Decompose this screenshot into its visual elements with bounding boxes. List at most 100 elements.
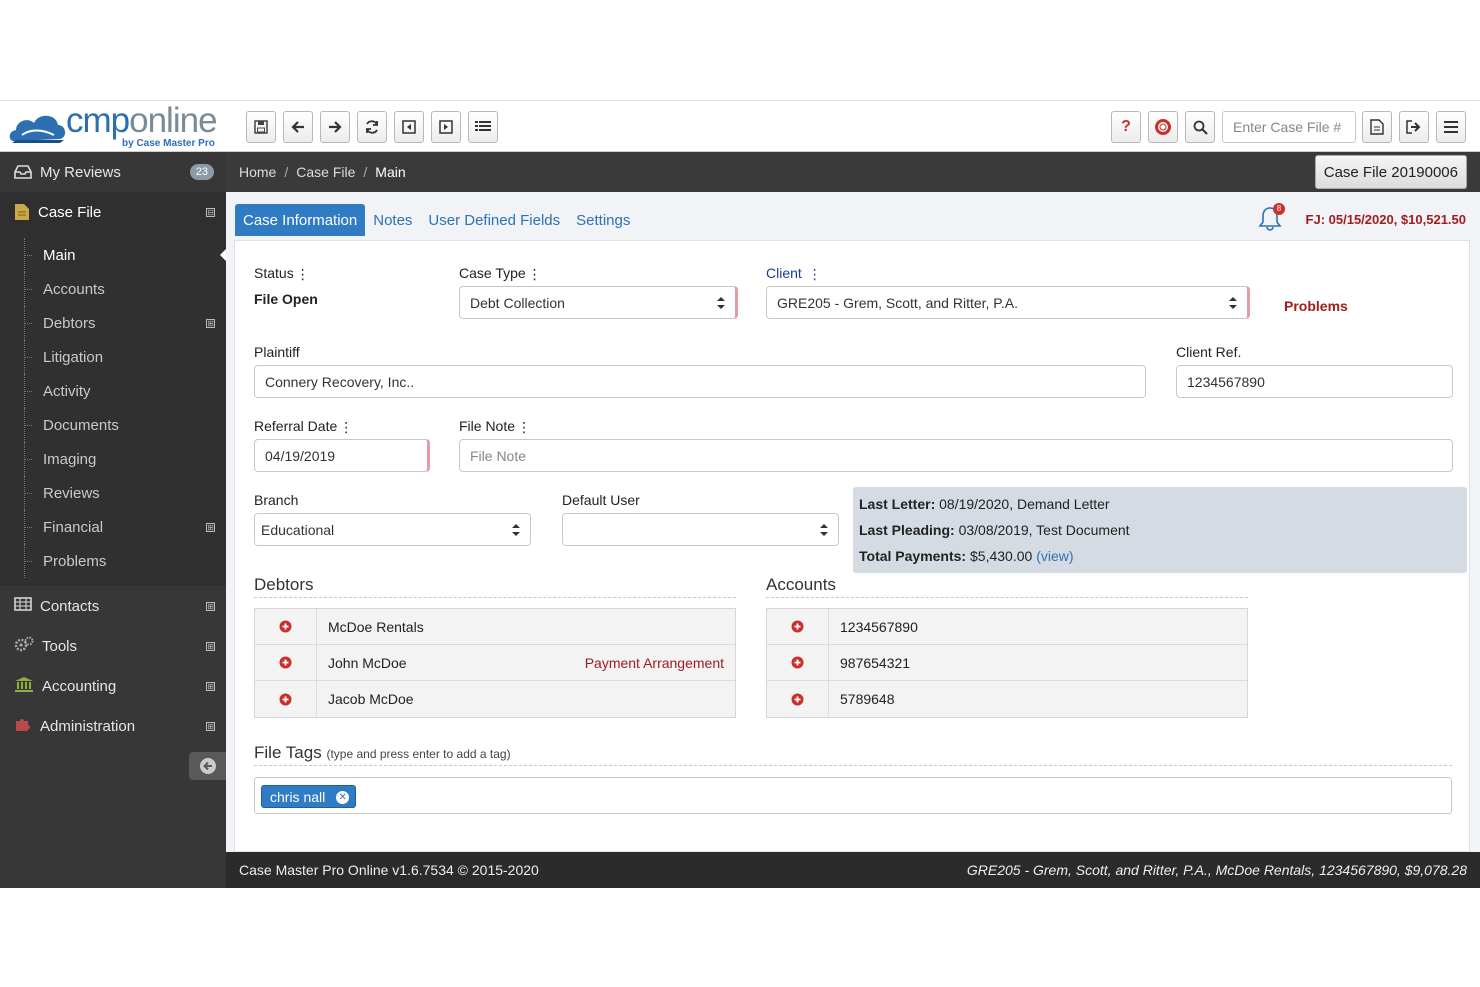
- sidebar-subitem-financial[interactable]: Financial ⊞: [0, 510, 226, 544]
- arrow-left-icon: [291, 121, 304, 133]
- notifications-button[interactable]: 8: [1256, 203, 1285, 235]
- expand-row-button[interactable]: [767, 681, 829, 717]
- case-type-select[interactable]: Debt Collection: [459, 286, 738, 319]
- sidebar-item-accounting[interactable]: Accounting ⊞: [0, 666, 226, 706]
- file-note-input[interactable]: File Note: [459, 439, 1453, 472]
- sidebar-subitem-litigation[interactable]: Litigation: [0, 340, 226, 374]
- main-content: Case Information Notes User Defined Fiel…: [226, 192, 1480, 852]
- account-row[interactable]: 1234567890: [767, 608, 1247, 645]
- forward-button[interactable]: [320, 111, 350, 143]
- help-button[interactable]: ?: [1111, 111, 1141, 143]
- expand-icon[interactable]: [206, 421, 215, 430]
- client-select[interactable]: GRE205 - Grem, Scott, and Ritter, P.A.: [766, 286, 1250, 319]
- expand-row-button[interactable]: [255, 608, 317, 645]
- debtor-name[interactable]: John McDoe: [317, 655, 585, 671]
- case-file-number-badge[interactable]: Case File 20190006: [1314, 155, 1467, 189]
- sidebar-item-contacts[interactable]: Contacts ⊞: [0, 586, 226, 626]
- sidebar-subitem-main[interactable]: Main: [0, 238, 226, 272]
- breadcrumb-case-file[interactable]: Case File: [296, 164, 355, 180]
- logout-button[interactable]: [1399, 111, 1429, 143]
- account-row[interactable]: 987654321: [767, 644, 1247, 681]
- tab-settings[interactable]: Settings: [568, 204, 638, 236]
- tab-notes[interactable]: Notes: [365, 204, 420, 236]
- main-menu-button[interactable]: [1436, 111, 1466, 143]
- expand-row-button[interactable]: [767, 644, 829, 681]
- debtor-row[interactable]: Jacob McDoe: [255, 681, 735, 717]
- account-row[interactable]: 5789648: [767, 681, 1247, 717]
- sidebar-item-case-file[interactable]: Case File ⊟: [0, 192, 226, 232]
- expand-icon[interactable]: [206, 387, 215, 396]
- next-case-button[interactable]: [431, 111, 461, 143]
- support-button[interactable]: [1148, 111, 1178, 143]
- footer-version: Case Master Pro Online v1.6.7534 © 2015-…: [239, 862, 539, 878]
- sidebar-subitem-reviews[interactable]: Reviews: [0, 476, 226, 510]
- sidebar-subitem-imaging[interactable]: Imaging: [0, 442, 226, 476]
- back-button[interactable]: [283, 111, 313, 143]
- expand-icon[interactable]: [206, 489, 215, 498]
- expand-icon[interactable]: ⊞: [206, 681, 215, 691]
- sidebar-subitem-accounts[interactable]: Accounts: [0, 272, 226, 306]
- cmp-logo[interactable]: cmponline by Case Master Pro: [8, 101, 223, 149]
- file-tags-input[interactable]: chris nall ✕: [254, 777, 1452, 814]
- sidebar-subitem-documents[interactable]: Documents: [0, 408, 226, 442]
- expand-icon[interactable]: ⊞: [206, 601, 215, 611]
- debtor-name[interactable]: Jacob McDoe: [317, 691, 724, 707]
- file-tag[interactable]: chris nall ✕: [261, 785, 357, 808]
- sort-dots-icon: ⋮: [807, 265, 822, 282]
- expand-icon[interactable]: ⊞: [206, 721, 215, 731]
- client-ref-input[interactable]: 1234567890: [1176, 365, 1453, 398]
- tab-case-information[interactable]: Case Information: [235, 204, 366, 236]
- collapse-sidebar-button[interactable]: [189, 752, 226, 780]
- debtor-row[interactable]: McDoe Rentals: [255, 608, 735, 645]
- account-number[interactable]: 5789648: [829, 691, 1247, 707]
- debtors-table: McDoe Rentals John McDoe Payment Arrangeme…: [254, 608, 736, 718]
- case-file-search-input[interactable]: [1222, 111, 1356, 143]
- sidebar-item-my-reviews[interactable]: My Reviews 23: [0, 152, 226, 192]
- sidebar-subitem-debtors[interactable]: Debtors ⊞: [0, 306, 226, 340]
- tab-user-defined-fields[interactable]: User Defined Fields: [420, 204, 568, 236]
- expand-icon[interactable]: [206, 353, 215, 362]
- expand-icon[interactable]: ⊞: [206, 522, 215, 532]
- debtor-name[interactable]: McDoe Rentals: [317, 619, 724, 635]
- collapse-icon[interactable]: ⊟: [206, 207, 215, 217]
- file-tag-label: chris nall: [270, 788, 326, 805]
- problems-link[interactable]: Problems: [1284, 298, 1348, 314]
- expand-row-button[interactable]: [255, 681, 317, 717]
- default-user-select[interactable]: [562, 513, 839, 546]
- client-label[interactable]: Client ⋮: [766, 265, 822, 283]
- case-file-submenu: Main Accounts Debtors ⊞ Litigation Activity Do…: [0, 232, 226, 586]
- sidebar-subitem-problems[interactable]: Problems: [0, 544, 226, 578]
- list-icon: [475, 121, 491, 131]
- add-circle-icon: [279, 693, 292, 705]
- report-button[interactable]: [1362, 111, 1392, 143]
- account-number[interactable]: 987654321: [829, 655, 1247, 671]
- expand-icon[interactable]: ⊞: [206, 318, 215, 328]
- tab-bar: Case Information Notes User Defined Fiel…: [235, 204, 638, 236]
- previous-case-button[interactable]: [394, 111, 424, 143]
- expand-icon[interactable]: [206, 251, 215, 260]
- search-button[interactable]: [1185, 111, 1215, 143]
- account-number[interactable]: 1234567890: [829, 619, 1247, 635]
- expand-icon[interactable]: [206, 455, 215, 464]
- expand-icon[interactable]: ⊞: [206, 641, 215, 651]
- refresh-button[interactable]: [357, 111, 387, 143]
- expand-row-button[interactable]: [255, 644, 317, 681]
- sidebar-subitem-activity[interactable]: Activity: [0, 374, 226, 408]
- sidebar-subitem-label: Financial: [43, 518, 104, 536]
- debtor-row[interactable]: John McDoe Payment Arrangement: [255, 644, 735, 681]
- sidebar-item-tools[interactable]: Tools ⊞: [0, 626, 226, 666]
- referral-date-input[interactable]: 04/19/2019: [254, 439, 430, 472]
- last-letter-line: Last Letter: 08/19/2020, Demand Letter: [859, 496, 1110, 512]
- sidebar-item-administration[interactable]: Administration ⊞: [0, 706, 226, 746]
- list-button[interactable]: [468, 111, 498, 143]
- view-payments-link[interactable]: (view): [1036, 548, 1073, 564]
- expand-icon[interactable]: [206, 285, 215, 294]
- sidebar-item-label: Contacts: [40, 597, 100, 615]
- plaintiff-input[interactable]: Connery Recovery, Inc..: [254, 365, 1146, 398]
- breadcrumb-home[interactable]: Home: [239, 164, 276, 180]
- remove-tag-icon[interactable]: ✕: [336, 791, 350, 804]
- branch-select[interactable]: Educational: [254, 513, 531, 546]
- expand-icon[interactable]: [206, 557, 215, 566]
- save-button[interactable]: [246, 111, 276, 143]
- expand-row-button[interactable]: [767, 608, 829, 645]
